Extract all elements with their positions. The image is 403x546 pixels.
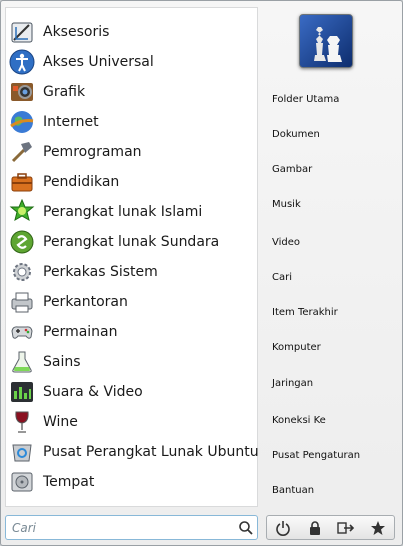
category-item-aksesoris[interactable]: Aksesoris <box>8 17 257 47</box>
place-item-koneksi-ke[interactable]: Koneksi Ke <box>272 415 326 426</box>
place-item-dokumen[interactable]: Dokumen <box>272 129 320 140</box>
education-briefcase-icon <box>8 168 36 196</box>
category-label: Suara & Video <box>43 384 143 400</box>
accessories-icon <box>8 18 36 46</box>
category-item-internet[interactable]: Internet <box>8 107 257 137</box>
lock-icon <box>309 520 320 535</box>
place-item-pusat-pengaturan[interactable]: Pusat Pengaturan <box>272 450 360 461</box>
category-item-pendidikan[interactable]: Pendidikan <box>8 167 257 197</box>
place-item-cari[interactable]: Cari <box>272 272 292 283</box>
user-avatar[interactable] <box>299 14 353 68</box>
place-item-folder-utama[interactable]: Folder Utama <box>272 94 339 105</box>
category-item-grafik[interactable]: Grafik <box>8 77 257 107</box>
category-item-pusat-perangkat-lunak-ubuntu[interactable]: Pusat Perangkat Lunak Ubuntu <box>8 437 259 467</box>
place-item-komputer[interactable]: Komputer <box>272 342 321 353</box>
category-list: Aksesoris Akses Universal Grafik Interne… <box>5 7 259 507</box>
category-label: Wine <box>43 414 78 430</box>
category-label: Tempat <box>43 474 95 490</box>
category-label: Aksesoris <box>43 24 110 40</box>
favorites-star-icon <box>371 520 386 535</box>
category-label: Perkakas Sistem <box>43 264 158 280</box>
lock-button[interactable] <box>301 517 329 539</box>
category-item-perangkat-lunak-islami[interactable]: Perangkat lunak Islami <box>8 197 257 227</box>
sundara-software-icon <box>8 228 36 256</box>
start-menu: Aksesoris Akses Universal Grafik Interne… <box>0 0 403 546</box>
universal-access-icon <box>8 48 36 76</box>
category-item-sains[interactable]: Sains <box>8 347 257 377</box>
chess-pieces-icon <box>300 15 352 67</box>
category-label: Pusat Perangkat Lunak Ubuntu <box>43 444 259 460</box>
category-label: Perangkat lunak Sundara <box>43 234 220 250</box>
category-label: Perangkat lunak Islami <box>43 204 203 220</box>
category-label: Perkantoran <box>43 294 128 310</box>
category-item-tempat[interactable]: Tempat <box>8 467 257 497</box>
graphics-icon <box>8 78 36 106</box>
search-icon[interactable] <box>235 517 257 539</box>
category-label: Grafik <box>43 84 86 100</box>
sound-video-icon <box>8 378 36 406</box>
islamic-software-icon <box>8 198 36 226</box>
category-label: Internet <box>43 114 99 130</box>
place-item-jaringan[interactable]: Jaringan <box>272 378 313 389</box>
category-item-perangkat-lunak-sundara[interactable]: Perangkat lunak Sundara <box>8 227 257 257</box>
category-label: Sains <box>43 354 81 370</box>
power-button[interactable] <box>269 517 297 539</box>
place-item-item-terakhir[interactable]: Item Terakhir <box>272 307 338 318</box>
software-center-icon <box>8 438 36 466</box>
category-item-permainan[interactable]: Permainan <box>8 317 257 347</box>
category-item-suara-video[interactable]: Suara & Video <box>8 377 257 407</box>
internet-globe-icon <box>8 108 36 136</box>
category-label: Permainan <box>43 324 118 340</box>
programming-hammer-icon <box>8 138 36 166</box>
category-item-akses-universal[interactable]: Akses Universal <box>8 47 257 77</box>
office-printer-icon <box>8 288 36 316</box>
category-item-wine[interactable]: Wine <box>8 407 257 437</box>
category-item-perkantoran[interactable]: Perkantoran <box>8 287 257 317</box>
places-drive-icon <box>8 468 36 496</box>
category-label: Pemrograman <box>43 144 142 160</box>
place-item-gambar[interactable]: Gambar <box>272 164 312 175</box>
place-item-video[interactable]: Video <box>272 237 300 248</box>
category-item-pemrograman[interactable]: Pemrograman <box>8 137 257 167</box>
category-label: Pendidikan <box>43 174 120 190</box>
science-flask-icon <box>8 348 36 376</box>
logout-icon <box>337 521 355 534</box>
session-actions-bar <box>266 515 395 540</box>
place-item-bantuan[interactable]: Bantuan <box>272 485 314 496</box>
category-label: Akses Universal <box>43 54 154 70</box>
place-item-musik[interactable]: Musik <box>272 199 301 210</box>
games-gamepad-icon <box>8 318 36 346</box>
search-input[interactable] <box>6 516 235 539</box>
favorites-button[interactable] <box>364 517 392 539</box>
search-box <box>5 515 258 540</box>
category-item-perkakas-sistem[interactable]: Perkakas Sistem <box>8 257 257 287</box>
wine-glass-icon <box>8 408 36 436</box>
system-tools-gear-icon <box>8 258 36 286</box>
logout-button[interactable] <box>332 517 360 539</box>
power-icon <box>276 520 290 536</box>
